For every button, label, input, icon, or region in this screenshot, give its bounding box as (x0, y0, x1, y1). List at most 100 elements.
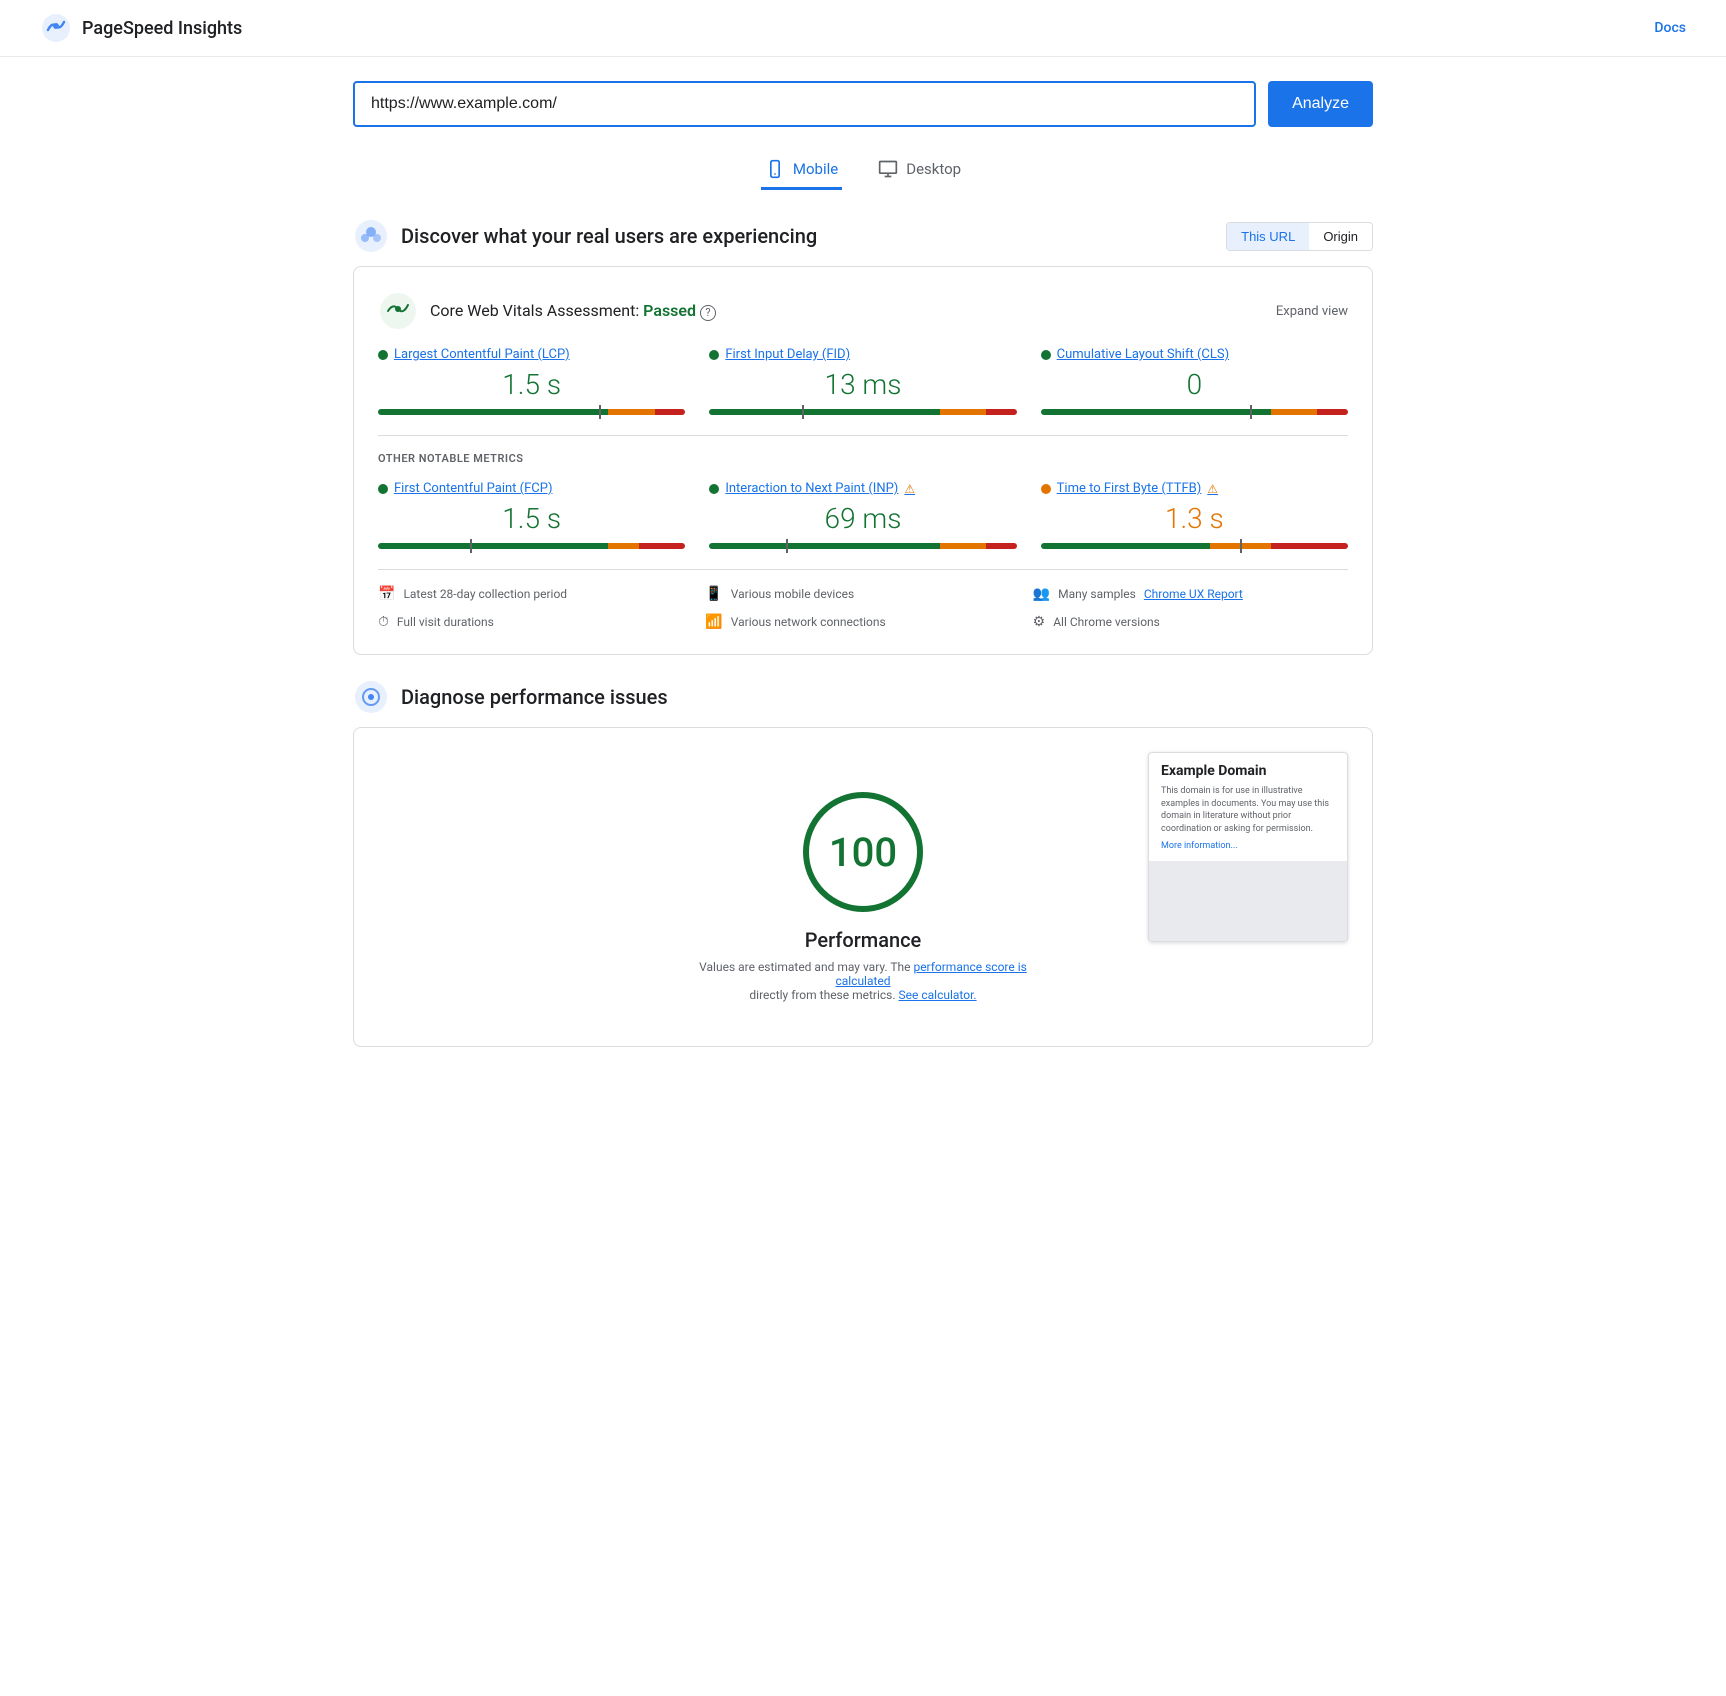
main-content: Analyze Mobile Desktop (313, 57, 1413, 1071)
cwv-icon (378, 291, 418, 331)
diagnose-header: Diagnose performance issues (353, 679, 1373, 715)
performance-label: Performance (805, 928, 922, 952)
cls-dot (1041, 350, 1051, 360)
cwv-help-icon[interactable]: ? (700, 305, 716, 321)
chrome-icon: ⚙ (1033, 614, 1046, 630)
performance-score-circle: 100 (803, 792, 923, 912)
inp-bar-green (709, 543, 939, 549)
url-origin-toggle: This URL Origin (1226, 222, 1373, 251)
app-title: PageSpeed Insights (82, 18, 242, 39)
inp-label[interactable]: Interaction to Next Paint (INP) ⚠ (709, 481, 1016, 496)
ttfb-label[interactable]: Time to First Byte (TTFB) ⚠ (1041, 481, 1348, 496)
notable-metrics-grid: First Contentful Paint (FCP) 1.5 s Inter… (378, 481, 1348, 549)
screenshot-content: Example Domain This domain is for use in… (1149, 753, 1347, 861)
users-icon: 👥 (1033, 586, 1050, 602)
expand-view-button[interactable]: Expand view (1276, 304, 1348, 319)
screenshot-image (1149, 861, 1347, 941)
screenshot-title: Example Domain (1161, 763, 1335, 779)
field-data-header: Discover what your real users are experi… (353, 218, 1373, 254)
ttfb-bar (1041, 543, 1348, 549)
calculator-link[interactable]: See calculator. (899, 988, 977, 1002)
fcp-dot (378, 484, 388, 494)
cls-label[interactable]: Cumulative Layout Shift (CLS) (1041, 347, 1348, 362)
inp-bar-red (986, 543, 1017, 549)
inp-bar (709, 543, 1016, 549)
metric-fcp: First Contentful Paint (FCP) 1.5 s (378, 481, 685, 549)
cls-bar (1041, 409, 1348, 415)
cwv-metrics-grid: Largest Contentful Paint (LCP) 1.5 s Fir… (378, 347, 1348, 415)
field-data-icon (353, 218, 389, 254)
mobile-icon (765, 159, 785, 179)
info-chrome-versions: ⚙ All Chrome versions (1033, 614, 1348, 630)
tab-mobile[interactable]: Mobile (761, 151, 842, 190)
cls-bar-green (1041, 409, 1272, 415)
analyze-button[interactable]: Analyze (1268, 81, 1373, 127)
screenshot-link[interactable]: More information... (1161, 841, 1335, 851)
fid-bar-red (986, 409, 1017, 415)
this-url-button[interactable]: This URL (1227, 223, 1309, 250)
cls-marker (1250, 405, 1252, 419)
info-devices: 📱 Various mobile devices (705, 586, 1020, 602)
url-input[interactable] (353, 81, 1256, 127)
lcp-dot (378, 350, 388, 360)
tab-desktop[interactable]: Desktop (874, 151, 965, 190)
cwv-title-group: Core Web Vitals Assessment: Passed ? (378, 291, 716, 331)
performance-score: 100 (829, 829, 897, 876)
app-header: PageSpeed Insights Docs (0, 0, 1726, 57)
metric-cls: Cumulative Layout Shift (CLS) 0 (1041, 347, 1348, 415)
cls-bar-orange (1271, 409, 1317, 415)
score-note: Values are estimated and may vary. The p… (683, 960, 1043, 1002)
cwv-status: Passed (643, 301, 696, 320)
inp-warning-icon: ⚠ (904, 482, 915, 496)
diagnose-title: Diagnose performance issues (401, 685, 668, 709)
lcp-value: 1.5 s (378, 368, 685, 401)
docs-link[interactable]: Docs (1654, 20, 1686, 36)
origin-button[interactable]: Origin (1309, 223, 1372, 250)
fid-bar-orange (940, 409, 986, 415)
performance-card: 100 Performance Values are estimated and… (353, 727, 1373, 1047)
fcp-label[interactable]: First Contentful Paint (FCP) (378, 481, 685, 496)
fcp-marker (470, 539, 472, 553)
fcp-bar (378, 543, 685, 549)
lcp-bar (378, 409, 685, 415)
logo-group: PageSpeed Insights (40, 12, 242, 44)
cwv-header: Core Web Vitals Assessment: Passed ? Exp… (378, 291, 1348, 331)
lcp-label[interactable]: Largest Contentful Paint (LCP) (378, 347, 685, 362)
ttfb-bar-red (1271, 543, 1348, 549)
inp-value: 69 ms (709, 502, 1016, 535)
info-samples: 👥 Many samples Chrome UX Report (1033, 586, 1348, 602)
mobile-device-icon: 📱 (705, 586, 722, 602)
fcp-bar-red (639, 543, 685, 549)
pagespeed-logo (40, 12, 72, 44)
info-row: 📅 Latest 28-day collection period 📱 Vari… (378, 569, 1348, 630)
cls-value: 0 (1041, 368, 1348, 401)
diagnose-title-group: Diagnose performance issues (353, 679, 668, 715)
search-bar: Analyze (353, 81, 1373, 127)
cwv-title: Core Web Vitals Assessment: Passed ? (430, 301, 716, 321)
ttfb-warning-icon: ⚠ (1207, 482, 1218, 496)
chrome-ux-report-link[interactable]: Chrome UX Report (1144, 587, 1243, 601)
info-network: 📶 Various network connections (705, 614, 1020, 630)
info-visit-durations: ⏱ Full visit durations (378, 614, 693, 630)
inp-marker (786, 539, 788, 553)
diagnose-icon (353, 679, 389, 715)
device-tabs: Mobile Desktop (353, 151, 1373, 190)
fid-bar (709, 409, 1016, 415)
lcp-bar-orange (608, 409, 654, 415)
ttfb-dot (1041, 484, 1051, 494)
tab-desktop-label: Desktop (906, 160, 961, 178)
fid-bar-green (709, 409, 939, 415)
fcp-bar-green (378, 543, 608, 549)
fid-dot (709, 350, 719, 360)
page-screenshot: Example Domain This domain is for use in… (1148, 752, 1348, 942)
fcp-value: 1.5 s (378, 502, 685, 535)
fid-marker (802, 405, 804, 419)
cls-bar-red (1317, 409, 1348, 415)
field-data-title: Discover what your real users are experi… (401, 224, 817, 248)
fid-label[interactable]: First Input Delay (FID) (709, 347, 1016, 362)
screenshot-body: This domain is for use in illustrative e… (1161, 785, 1335, 835)
network-icon: 📶 (705, 614, 722, 630)
tab-mobile-label: Mobile (793, 160, 838, 178)
ttfb-marker (1240, 539, 1242, 553)
desktop-icon (878, 159, 898, 179)
